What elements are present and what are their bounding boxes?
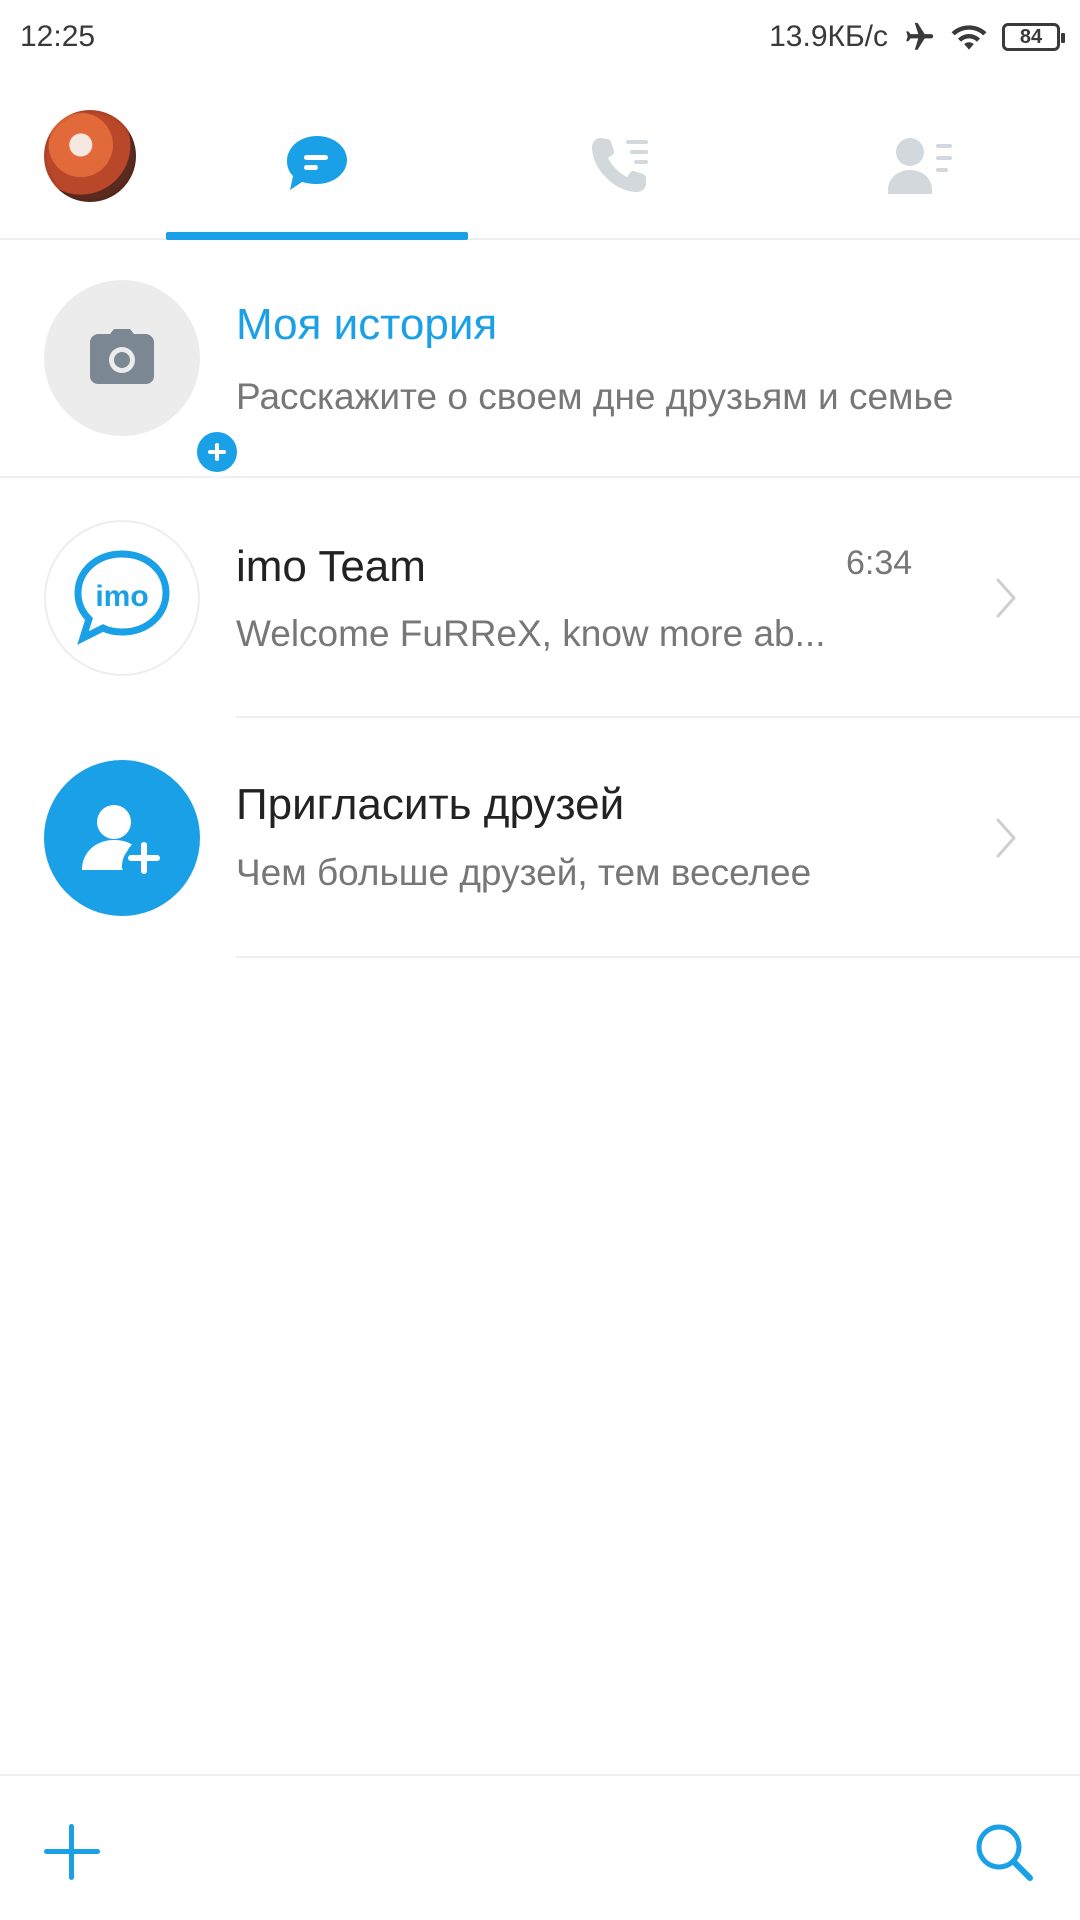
invite-title: Пригласить друзей <box>236 780 625 829</box>
chat-bubble-icon <box>287 136 347 190</box>
tab-chats[interactable] <box>166 90 468 240</box>
row-divider <box>236 956 1080 958</box>
story-avatar[interactable] <box>44 280 242 477</box>
search-button[interactable] <box>972 1820 1036 1884</box>
network-speed: 13.9КБ/с <box>769 20 888 53</box>
active-tab-indicator <box>166 232 468 240</box>
story-title: Моя история <box>236 300 498 349</box>
add-story-badge[interactable] <box>192 427 242 477</box>
camera-icon <box>90 329 154 384</box>
chat-list-item[interactable]: imo imo Team 6:34 Welcome FuRReX, know m… <box>0 478 1080 718</box>
imo-team-avatar: imo <box>44 520 200 676</box>
imo-logo-icon: imo <box>74 550 170 645</box>
status-time: 12:25 <box>20 20 96 53</box>
tab-calls[interactable] <box>468 90 770 240</box>
battery-icon: 84 <box>1002 23 1065 51</box>
invite-friends-row[interactable]: Пригласить друзей Чем больше друзей, тем… <box>0 718 1080 958</box>
imo-logo-text: imo <box>95 580 148 613</box>
top-tabs <box>0 90 1080 240</box>
status-right: 13.9КБ/с 84 <box>769 20 1065 54</box>
search-icon <box>976 1824 1033 1881</box>
plus-icon <box>44 1824 100 1880</box>
invite-avatar <box>44 760 200 916</box>
profile-avatar[interactable] <box>44 110 136 202</box>
contacts-list-icon <box>888 138 952 194</box>
chevron-right-icon <box>996 818 1016 858</box>
add-person-icon <box>82 805 162 876</box>
my-story-row[interactable]: Моя история Расскажите о своем дне друзь… <box>0 240 1080 478</box>
phone-list-icon <box>592 138 648 192</box>
tab-contacts[interactable] <box>770 90 1072 240</box>
plus-icon <box>208 443 226 461</box>
airplane-icon <box>906 22 934 50</box>
invite-subtitle: Чем больше друзей, тем веселее <box>236 852 812 893</box>
new-chat-button[interactable] <box>40 1820 104 1884</box>
status-bar: 12:25 13.9КБ/с 84 <box>0 0 1080 74</box>
chevron-right-icon <box>996 578 1016 618</box>
chat-time: 6:34 <box>846 544 913 582</box>
chat-name: imo Team <box>236 542 426 591</box>
story-subtitle: Расскажите о своем дне друзьям и семье <box>236 376 954 417</box>
screen: 12:25 13.9КБ/с 84 Моя история Расскажите… <box>0 0 1080 1920</box>
battery-level: 84 <box>1019 25 1043 48</box>
wifi-icon <box>951 25 987 50</box>
bottom-bar <box>0 1774 1080 1920</box>
chat-preview: Welcome FuRReX, know more ab... <box>236 613 826 654</box>
